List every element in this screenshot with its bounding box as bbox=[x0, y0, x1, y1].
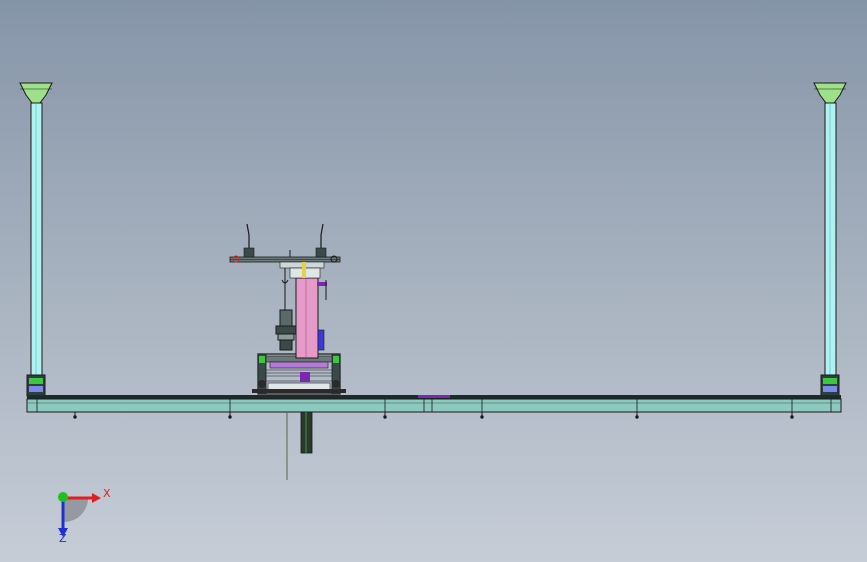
robot-assembly bbox=[229, 223, 346, 395]
z-axis-label: Z bbox=[59, 532, 67, 545]
triad-shadow bbox=[64, 498, 88, 522]
cad-viewport[interactable]: X Z bbox=[0, 0, 867, 562]
right-column-shaft bbox=[824, 102, 837, 376]
x-axis-arrow-icon bbox=[92, 493, 101, 503]
hanging-gripper bbox=[275, 268, 297, 351]
lower-shaft bbox=[286, 411, 313, 480]
base-beam bbox=[26, 395, 842, 419]
left-column bbox=[19, 82, 53, 397]
x-axis-label: X bbox=[103, 487, 111, 500]
pink-column bbox=[295, 277, 319, 359]
axis-triad: X Z bbox=[58, 487, 111, 545]
right-column bbox=[813, 82, 847, 397]
y-axis-origin-icon bbox=[58, 492, 68, 502]
left-column-cap bbox=[19, 82, 53, 104]
right-column-cap bbox=[813, 82, 847, 104]
left-column-shaft bbox=[30, 102, 43, 376]
